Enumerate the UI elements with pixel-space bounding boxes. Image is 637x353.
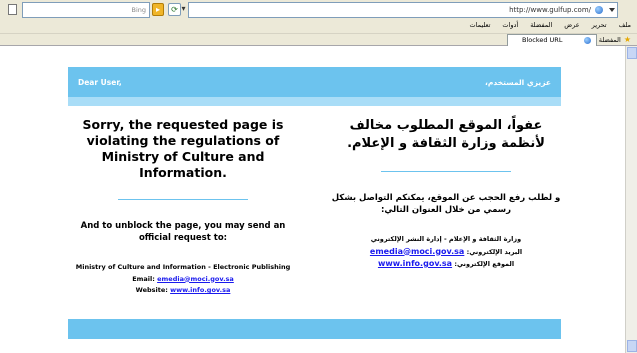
email-label-en: Email: — [132, 274, 155, 283]
address-bar[interactable]: http://www.gulfup.com/ — [188, 2, 618, 18]
website-link-ar[interactable]: www.info.gov.sa — [378, 259, 452, 268]
divider-ar — [381, 171, 511, 172]
tab-title: Blocked URL — [522, 36, 563, 44]
site-favicon-icon — [595, 6, 603, 14]
browser-tab-icon — [584, 37, 591, 44]
email-label-ar: البريد الإلكتروني: — [466, 247, 523, 256]
menu-file[interactable]: ملف — [619, 21, 631, 31]
menu-bar: ملف تحرير عرض المفضلة أدوات تعليمات — [470, 21, 632, 31]
address-url: http://www.gulfup.com/ — [509, 6, 591, 14]
blocked-page: Dear User, عزيزي المستخدم، Sorry, the re… — [68, 67, 561, 339]
website-row-en: Website: www.info.gov.sa — [68, 285, 298, 297]
menu-tools[interactable]: أدوات — [502, 21, 518, 31]
website-label-en: Website: — [135, 286, 168, 294]
vertical-scrollbar[interactable] — [625, 46, 637, 353]
email-row-ar: البريد الإلكتروني: emedia@moci.gov.sa — [331, 246, 561, 259]
request-text-ar: و لطلب رفع الحجب عن الموقع، يمكنكم التوا… — [331, 193, 561, 215]
request-text-en: And to unblock the page, you may send an… — [80, 221, 286, 243]
contact-en: Ministry of Culture and Information - El… — [68, 262, 298, 297]
headline-ar: عفواً، الموقع المطلوب مخالف لأنظمة وزارة… — [347, 118, 545, 151]
scroll-up-button[interactable] — [627, 47, 637, 59]
email-link-en[interactable]: emedia@moci.gov.sa — [157, 275, 234, 283]
search-go-button[interactable]: ▸ — [152, 3, 164, 16]
org-ar: وزارة الثقافة و الإعلام - إدارة النشر ال… — [370, 235, 522, 243]
website-label-ar: الموقع الإلكتروني: — [454, 260, 515, 268]
scroll-down-button[interactable] — [627, 340, 637, 352]
favorites-label: المفضلة — [598, 35, 621, 44]
website-row-ar: الموقع الإلكتروني: www.info.gov.sa — [331, 258, 561, 271]
headline-en: Sorry, the requested page is violating t… — [82, 117, 284, 180]
favorites-button[interactable]: المفضلة ★ — [599, 35, 631, 44]
divider-en — [118, 199, 248, 200]
page-icon — [8, 4, 17, 15]
search-input[interactable]: Bing — [22, 2, 150, 18]
contact-ar: وزارة الثقافة و الإعلام - إدارة النشر ال… — [331, 234, 561, 271]
arabic-column: عفواً، الموقع المطلوب مخالف لأنظمة وزارة… — [331, 117, 561, 271]
menu-help[interactable]: تعليمات — [470, 21, 491, 31]
header-stripe — [68, 97, 561, 106]
greeting-ar: عزيزي المستخدم، — [485, 78, 551, 87]
website-link-en[interactable]: www.info.gov.sa — [170, 286, 230, 294]
greeting-en: Dear User, — [78, 78, 122, 87]
browser-chrome: Bing ▸ ⟳ ▾ http://www.gulfup.com/ ملف تح… — [0, 0, 637, 46]
footer-band — [68, 319, 561, 339]
address-dropdown-icon[interactable] — [609, 8, 615, 12]
english-column: Sorry, the requested page is violating t… — [68, 117, 298, 297]
menu-favorites[interactable]: المفضلة — [530, 21, 552, 31]
menu-edit[interactable]: تحرير — [592, 21, 607, 31]
tabs-row: المفضلة ★ Blocked URL — [0, 33, 637, 46]
dropdown-icon[interactable]: ▾ — [180, 3, 187, 16]
org-en: Ministry of Culture and Information - El… — [75, 263, 291, 271]
email-row-en: Email: emedia@moci.gov.sa — [68, 274, 298, 286]
tab-blocked-url[interactable]: Blocked URL — [507, 34, 597, 46]
toolbar-row: Bing ▸ ⟳ ▾ http://www.gulfup.com/ — [0, 2, 637, 19]
email-link-ar[interactable]: emedia@moci.gov.sa — [370, 247, 464, 256]
star-icon: ★ — [623, 35, 631, 44]
header-band: Dear User, عزيزي المستخدم، — [68, 67, 561, 97]
menu-view[interactable]: عرض — [564, 21, 579, 31]
